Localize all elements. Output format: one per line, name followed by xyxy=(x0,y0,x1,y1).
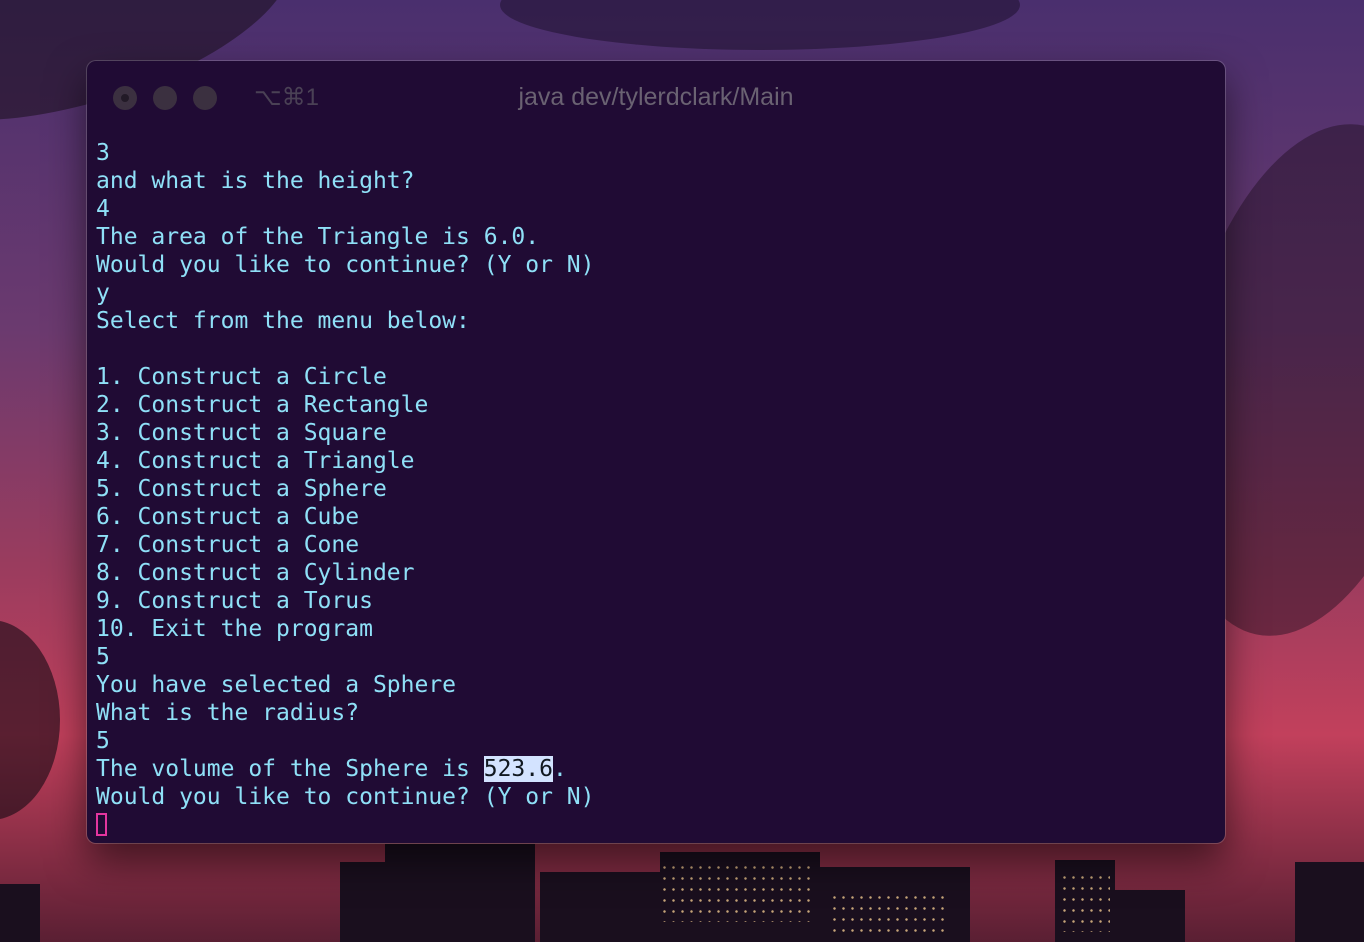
output-line: Would you like to continue? (Y or N) xyxy=(96,252,595,278)
menu-item: 9. Construct a Torus xyxy=(96,588,373,614)
menu-item: 7. Construct a Cone xyxy=(96,532,360,558)
output-line: You have selected a Sphere xyxy=(96,672,457,698)
palm-leaf-shadow xyxy=(500,0,1020,50)
selected-result-value[interactable]: 523.6 xyxy=(483,756,553,782)
output-line: What is the radius? xyxy=(96,700,360,726)
output-line: 4 xyxy=(96,196,110,222)
output-line: 5 xyxy=(96,728,110,754)
output-line: y xyxy=(96,280,110,306)
terminal-output[interactable]: 3 and what is the height? 4 The area of … xyxy=(96,139,1215,839)
output-line: 5 xyxy=(96,644,110,670)
result-suffix: . xyxy=(552,756,567,782)
menu-item: 3. Construct a Square xyxy=(96,420,387,446)
output-line: Would you like to continue? (Y or N) xyxy=(96,784,595,810)
output-line: Select from the menu below: xyxy=(96,308,470,334)
palm-leaf-shadow xyxy=(0,620,60,820)
menu-item: 4. Construct a Triangle xyxy=(96,448,415,474)
city-skyline xyxy=(0,832,1364,942)
menu-item: 8. Construct a Cylinder xyxy=(96,560,415,586)
menu-item: 10. Exit the program xyxy=(96,616,373,642)
output-line: 3 xyxy=(96,140,110,166)
output-line: The area of the Triangle is 6.0. xyxy=(96,224,540,250)
window-title: java dev/tylerdclark/Main xyxy=(518,83,794,111)
menu-item: 2. Construct a Rectangle xyxy=(96,392,429,418)
title-bar[interactable]: ⌥⌘1 java dev/tylerdclark/Main xyxy=(87,61,1225,135)
terminal-window[interactable]: ⌥⌘1 java dev/tylerdclark/Main 3 and what… xyxy=(87,61,1225,843)
text-cursor xyxy=(96,812,107,836)
result-line: The volume of the Sphere is 523.6. xyxy=(96,755,1215,783)
result-prefix: The volume of the Sphere is xyxy=(96,756,484,782)
menu-item: 6. Construct a Cube xyxy=(96,504,360,530)
menu-item: 1. Construct a Circle xyxy=(96,364,387,390)
input-line[interactable] xyxy=(96,811,1215,839)
output-line: and what is the height? xyxy=(96,168,415,194)
menu-item: 5. Construct a Sphere xyxy=(96,476,387,502)
